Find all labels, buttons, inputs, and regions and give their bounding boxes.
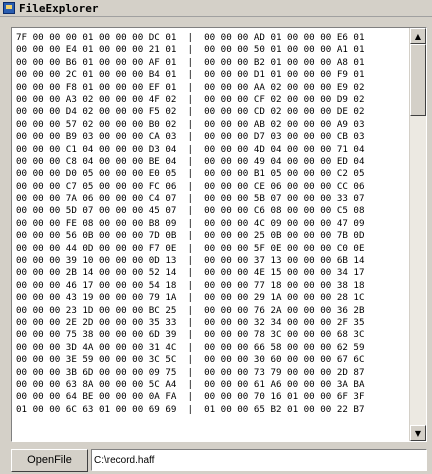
- hex-row: 00 00 00 C1 04 00 00 00 D3 04 | 00 00 00…: [16, 143, 365, 155]
- title-bar: FileExplorer: [0, 0, 432, 17]
- hex-row: 00 00 00 7A 06 00 00 00 C4 07 | 00 00 00…: [16, 193, 365, 205]
- arrow-down-icon: ▼: [414, 428, 422, 438]
- arrow-up-icon: ▲: [414, 31, 422, 41]
- hex-row: 00 00 00 C8 04 00 00 00 BE 04 | 00 00 00…: [16, 155, 365, 167]
- hex-row: 00 00 00 D0 05 00 00 00 E0 05 | 00 00 00…: [16, 168, 365, 180]
- hex-row: 00 00 00 63 8A 00 00 00 5C A4 | 00 00 00…: [16, 378, 365, 390]
- hex-row: 00 00 00 B6 01 00 00 00 AF 01 | 00 00 00…: [16, 56, 365, 68]
- hex-row: 00 00 00 C7 05 00 00 00 FC 06 | 00 00 00…: [16, 180, 365, 192]
- file-path-field[interactable]: C:\record.haff: [91, 449, 427, 471]
- hex-row: 00 00 00 B9 03 00 00 00 CA 03 | 00 00 00…: [16, 131, 365, 143]
- scroll-up-button[interactable]: ▲: [410, 28, 426, 44]
- hex-row: 00 00 00 FE 08 00 00 00 B8 09 | 00 00 00…: [16, 217, 365, 229]
- hex-row: 00 00 00 E4 01 00 00 00 21 01 | 00 00 00…: [16, 44, 365, 56]
- window-title: FileExplorer: [19, 1, 99, 15]
- hex-row: 00 00 00 23 1D 00 00 00 BC 25 | 00 00 00…: [16, 304, 365, 316]
- hex-row: 00 00 00 2B 14 00 00 00 52 14 | 00 00 00…: [16, 267, 365, 279]
- hex-row: 00 00 00 75 38 00 00 00 6D 39 | 00 00 00…: [16, 329, 365, 341]
- hex-row: 00 00 00 44 0D 00 00 00 F7 0E | 00 00 00…: [16, 242, 365, 254]
- hex-row: 00 00 00 D4 02 00 00 00 F5 02 | 00 00 00…: [16, 106, 365, 118]
- hex-row: 00 00 00 2E 2D 00 00 00 35 33 | 00 00 00…: [16, 316, 365, 328]
- hex-row: 00 00 00 3E 59 00 00 00 3C 5C | 00 00 00…: [16, 354, 365, 366]
- file-explorer-icon: [3, 2, 15, 14]
- footer-bar: OpenFile C:\record.haff: [11, 448, 427, 472]
- hex-row: 00 00 00 64 BE 00 00 00 0A FA | 00 00 00…: [16, 391, 365, 403]
- vertical-scrollbar[interactable]: ▲ ▼: [409, 28, 426, 441]
- hex-row: 00 00 00 3B 6D 00 00 00 09 75 | 00 00 00…: [16, 366, 365, 378]
- open-file-button[interactable]: OpenFile: [11, 448, 88, 472]
- hex-row: 00 00 00 A3 02 00 00 00 4F 02 | 00 00 00…: [16, 93, 365, 105]
- hex-row: 00 00 00 F8 01 00 00 00 EF 01 | 00 00 00…: [16, 81, 365, 93]
- scroll-thumb[interactable]: [410, 44, 426, 116]
- hex-row: 00 00 00 39 10 00 00 00 0D 13 | 00 00 00…: [16, 255, 365, 267]
- hex-row: 00 00 00 57 02 00 00 00 B0 02 | 00 00 00…: [16, 118, 365, 130]
- hex-row: 00 00 00 5D 07 00 00 00 45 07 | 00 00 00…: [16, 205, 365, 217]
- hex-row: 00 00 00 56 0B 00 00 00 7D 0B | 00 00 00…: [16, 230, 365, 242]
- hex-row: 00 00 00 46 17 00 00 00 54 18 | 00 00 00…: [16, 279, 365, 291]
- scroll-down-button[interactable]: ▼: [410, 425, 426, 441]
- hex-row: 00 00 00 3D 4A 00 00 00 31 4C | 00 00 00…: [16, 341, 365, 353]
- hex-lines: 7F 00 00 00 01 00 00 00 DC 01 | 00 00 00…: [16, 32, 408, 416]
- hex-row: 00 00 00 2C 01 00 00 00 B4 01 | 00 00 00…: [16, 69, 365, 81]
- hex-row: 7F 00 00 00 01 00 00 00 DC 01 | 00 00 00…: [16, 32, 365, 43]
- hex-row: 00 00 00 43 19 00 00 00 79 1A | 00 00 00…: [16, 292, 365, 304]
- hex-view-textbox[interactable]: 7F 00 00 00 01 00 00 00 DC 01 | 00 00 00…: [11, 27, 427, 442]
- hex-row: 01 00 00 6C 63 01 00 00 69 69 | 01 00 00…: [16, 403, 365, 415]
